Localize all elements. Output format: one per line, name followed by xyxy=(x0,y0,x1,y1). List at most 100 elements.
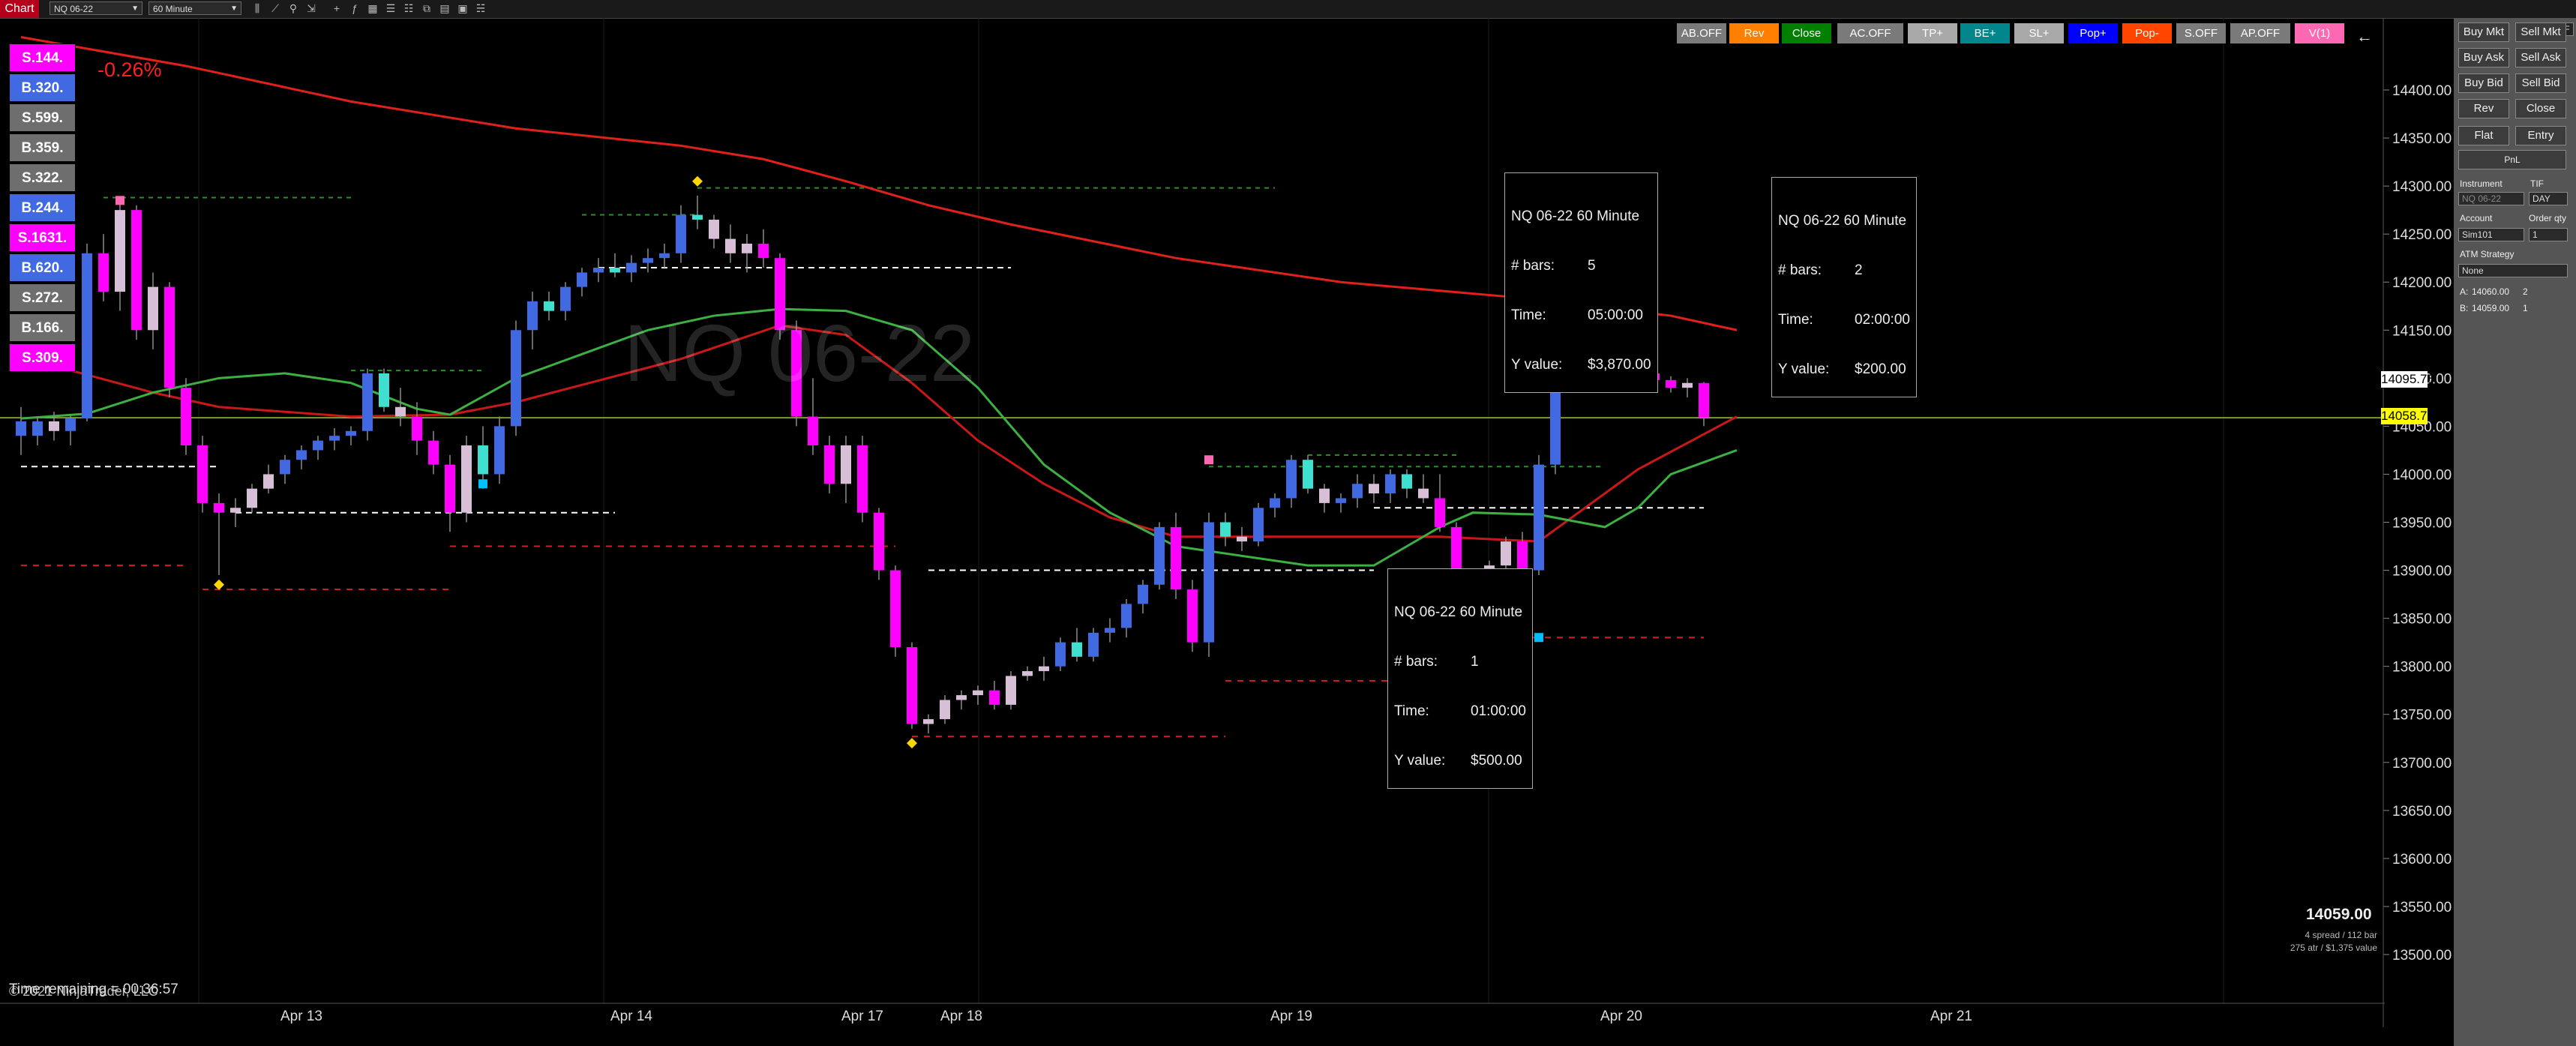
candle-body xyxy=(808,416,818,446)
candle-body xyxy=(1303,460,1313,489)
entry-button[interactable]: Entry xyxy=(2515,126,2566,145)
sell-market-button[interactable]: Sell Mkt xyxy=(2515,22,2566,42)
slow-ma-line xyxy=(20,36,1738,331)
scroll-icon[interactable]: ⇲ xyxy=(304,1,318,15)
candle-body xyxy=(923,719,934,724)
ruler-tooltip-3: NQ 06-22 60 Minute # bars: 1 Time: 01:00:0… xyxy=(1387,568,1533,789)
quick-button[interactable]: S.OFF xyxy=(2176,23,2226,43)
signal-box: S.144. xyxy=(9,43,76,72)
signal-box: S.322. xyxy=(9,163,76,192)
flat-button[interactable]: Flat xyxy=(2458,126,2509,145)
interval-selector[interactable]: 60 Minute ▼ xyxy=(148,1,241,15)
quick-button[interactable]: V(1) xyxy=(2295,23,2344,43)
candle-body xyxy=(1319,488,1330,503)
order-qty-stepper[interactable]: 1 xyxy=(2529,228,2568,241)
moving-averages xyxy=(20,36,1738,567)
close-position-button[interactable]: Close xyxy=(2515,99,2566,118)
price-tick-label: 13750.00 xyxy=(2392,708,2452,724)
time-axis-label: Apr 14 xyxy=(610,1009,652,1024)
candle-body xyxy=(164,286,175,388)
tooltip-key: Y value: xyxy=(1511,357,1563,373)
atr-info: 275 atr / $1,375 value xyxy=(2290,943,2377,953)
price-tick-label: 14300.00 xyxy=(2392,179,2452,195)
signal-box: B.359. xyxy=(9,133,76,162)
tooltip-key: Time: xyxy=(1511,307,1546,323)
candle-body xyxy=(544,301,554,311)
order-flow-icon[interactable]: ☵ xyxy=(474,1,487,15)
candle-body xyxy=(1088,632,1099,657)
time-axis-label: Apr 17 xyxy=(841,1009,883,1024)
tooltip-value: $3,870.00 xyxy=(1588,357,1651,373)
sell-bid-button[interactable]: Sell Bid xyxy=(2515,73,2566,93)
candle-body xyxy=(824,445,835,484)
indicators-icon[interactable]: ƒ xyxy=(348,1,361,15)
zoom-icon[interactable]: ⚲ xyxy=(286,1,300,15)
candle-body xyxy=(1237,536,1247,542)
price-chart[interactable]: 14400.00 14350.00 14300.00 14250.00 14200.00… xyxy=(0,18,2454,1027)
spread-info: 4 spread / 112 bar xyxy=(2305,930,2377,940)
crosshair-icon[interactable]: + xyxy=(330,1,343,15)
pnl-display[interactable]: PnL xyxy=(2458,150,2566,169)
quick-button[interactable]: AC.OFF xyxy=(1837,23,1903,43)
order-qty-label: Order qty xyxy=(2529,213,2567,223)
sell-ask-button[interactable]: Sell Ask xyxy=(2515,48,2566,67)
properties-icon[interactable]: ☷ xyxy=(402,1,415,15)
candle-body xyxy=(742,243,752,253)
tooltip-value: 01:00:00 xyxy=(1471,703,1526,719)
strategies-icon[interactable]: ▦ xyxy=(366,1,379,15)
price-axis: 14400.00 14350.00 14300.00 14250.00 14200.00… xyxy=(2383,83,2452,964)
arrow-left-icon[interactable]: ← xyxy=(2356,27,2373,46)
quick-button[interactable]: SL+ xyxy=(2014,23,2064,43)
buy-bid-button[interactable]: Buy Bid xyxy=(2458,73,2509,93)
price-tick-label: 14250.00 xyxy=(2392,227,2452,243)
bid-size: 1 xyxy=(2523,303,2528,313)
instrument-watermark: NQ 06-22 xyxy=(624,307,976,398)
candle-body xyxy=(16,421,26,436)
chart-trader-icon[interactable]: ▤ xyxy=(438,1,451,15)
templates-icon[interactable]: ☰ xyxy=(384,1,397,15)
candle-body xyxy=(1121,604,1132,628)
time-axis-label: Apr 20 xyxy=(1600,1009,1642,1024)
quick-button[interactable]: Rev xyxy=(1729,23,1779,43)
account-select[interactable]: Sim101 xyxy=(2458,228,2524,241)
quick-button[interactable]: Close xyxy=(1782,23,1831,43)
tooltip-title: NQ 06-22 60 Minute xyxy=(1394,604,1523,620)
tif-select[interactable]: DAY xyxy=(2529,192,2568,205)
price-tick-label: 13850.00 xyxy=(2392,612,2452,628)
instrument-field[interactable]: NQ 06-22 xyxy=(2458,192,2524,205)
quick-button[interactable]: AP.OFF xyxy=(2230,23,2290,43)
instrument-selector[interactable]: NQ 06-22 ▼ xyxy=(49,1,142,15)
square-marker xyxy=(478,479,487,489)
ruler-tooltip-2: NQ 06-22 60 Minute # bars: 2 Time: 02:00:0… xyxy=(1771,177,1917,397)
quick-button[interactable]: Pop- xyxy=(2122,23,2172,43)
candle-body xyxy=(214,502,224,513)
candle-body xyxy=(956,695,967,700)
tooltip-key: # bars: xyxy=(1511,258,1555,274)
quick-button[interactable]: Pop+ xyxy=(2068,23,2118,43)
tooltip-key: # bars: xyxy=(1778,262,1822,278)
ask-label: A: xyxy=(2460,286,2469,297)
window-linking-icon[interactable]: ▣ xyxy=(456,1,469,15)
quick-button[interactable]: BE+ xyxy=(1960,23,2010,43)
quick-button[interactable]: AB.OFF xyxy=(1677,23,1726,43)
candle-body xyxy=(511,330,521,427)
tooltip-key: # bars: xyxy=(1394,654,1438,670)
price-tick-label: 13700.00 xyxy=(2392,756,2452,772)
candle-body xyxy=(610,268,620,273)
tooltip-key: Y value: xyxy=(1394,753,1446,769)
quick-button[interactable]: TP+ xyxy=(1908,23,1957,43)
buy-market-button[interactable]: Buy Mkt xyxy=(2458,22,2509,42)
atm-strategy-select[interactable]: None xyxy=(2458,264,2568,277)
chart-tab[interactable]: Chart xyxy=(0,0,39,18)
instrument-label: Instrument xyxy=(2460,178,2503,189)
bid-price: 14059.00 xyxy=(2472,303,2510,313)
bar-type-icon[interactable]: ⫼ xyxy=(250,1,264,15)
draw-icon[interactable]: ⟋ xyxy=(268,1,282,15)
candle-body xyxy=(1055,642,1066,667)
candle-body xyxy=(676,214,686,253)
data-box-icon[interactable]: ⧉ xyxy=(420,1,433,15)
candle-body xyxy=(643,258,653,263)
reverse-button[interactable]: Rev xyxy=(2458,99,2509,118)
buy-ask-button[interactable]: Buy Ask xyxy=(2458,48,2509,67)
candle-body xyxy=(478,445,488,475)
